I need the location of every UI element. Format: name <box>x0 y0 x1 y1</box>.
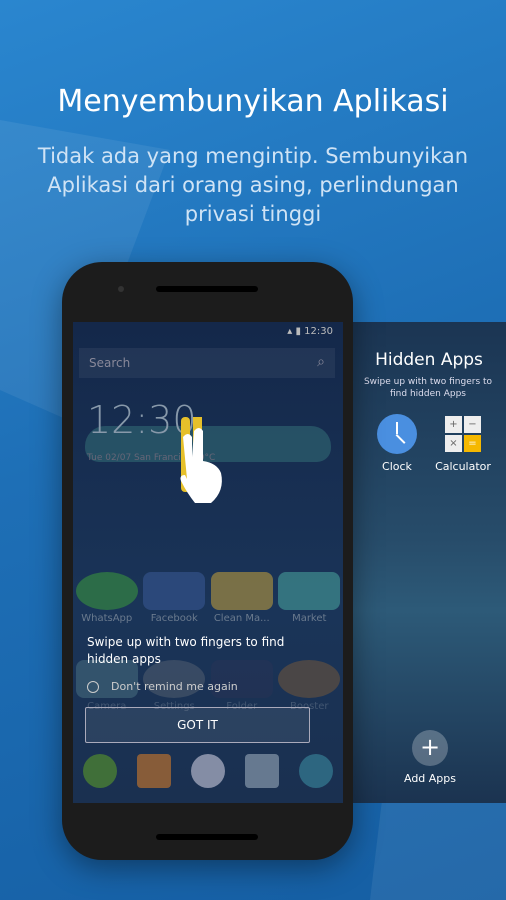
add-apps-label: Add Apps <box>403 772 456 785</box>
app-market[interactable]: Market <box>278 572 341 624</box>
app-row: WhatsApp Facebook Clean Ma... Market <box>73 572 343 624</box>
app-clean-master[interactable]: Clean Ma... <box>210 572 273 624</box>
phone-icon[interactable] <box>83 754 117 788</box>
speaker-bottom <box>156 834 258 840</box>
contacts-icon[interactable] <box>137 754 171 788</box>
search-placeholder: Search <box>89 356 131 370</box>
messages-icon[interactable] <box>245 754 279 788</box>
dialog-message: Swipe up with two fingers to find hidden… <box>87 635 285 666</box>
browser-icon[interactable] <box>299 754 333 788</box>
facebook-icon <box>143 572 206 610</box>
calculator-icon: + − × = <box>445 416 481 452</box>
clock-icon <box>377 414 417 454</box>
speaker-top <box>156 286 258 292</box>
app-label: Clock <box>382 460 412 473</box>
app-facebook[interactable]: Facebook <box>143 572 206 624</box>
app-clock[interactable]: Clock <box>362 414 432 473</box>
got-it-button[interactable]: GOT IT <box>85 707 310 743</box>
market-icon <box>278 572 341 610</box>
app-calculator[interactable]: + − × = Calculator <box>428 414 498 473</box>
broom-icon <box>210 572 273 610</box>
page-title: Menyembunyikan Aplikasi <box>57 84 449 119</box>
page-subtitle: Tidak ada yang mengintip. Sembunyikan Ap… <box>37 144 469 226</box>
app-label: Market <box>292 613 327 624</box>
app-label: WhatsApp <box>81 613 133 624</box>
app-label: Facebook <box>150 613 198 624</box>
whatsapp-icon <box>75 572 138 610</box>
app-drawer-icon[interactable] <box>191 754 225 788</box>
hidden-apps-hint: Swipe up with two fingers to find hidden… <box>363 377 493 399</box>
dock <box>73 754 343 788</box>
radio-icon <box>87 680 99 693</box>
hidden-apps-panel: Hidden Apps Swipe up with two fingers to… <box>340 322 506 803</box>
add-apps-button[interactable]: + <box>412 730 448 766</box>
phone-screen: ▴ ▮ 12:30 Search ⌕ 12:30 Tue 02/07 San Fr… <box>73 322 343 803</box>
app-label: Clean Ma... <box>213 613 270 624</box>
camera-dot <box>118 286 124 292</box>
search-input[interactable]: Search ⌕ <box>79 348 335 378</box>
phone-frame: ▴ ▮ 12:30 Search ⌕ 12:30 Tue 02/07 San Fr… <box>62 262 353 860</box>
search-icon: ⌕ <box>317 354 325 370</box>
status-bar: ▴ ▮ 12:30 <box>287 326 333 337</box>
two-finger-swipe-icon <box>180 417 222 503</box>
status-time: 12:30 <box>304 326 333 337</box>
hidden-apps-title: Hidden Apps <box>375 350 483 370</box>
app-whatsapp[interactable]: WhatsApp <box>75 572 138 624</box>
checkbox-label: Don't remind me again <box>111 680 238 693</box>
app-label: Calculator <box>435 460 491 473</box>
dont-remind-checkbox[interactable]: Don't remind me again <box>87 680 238 693</box>
